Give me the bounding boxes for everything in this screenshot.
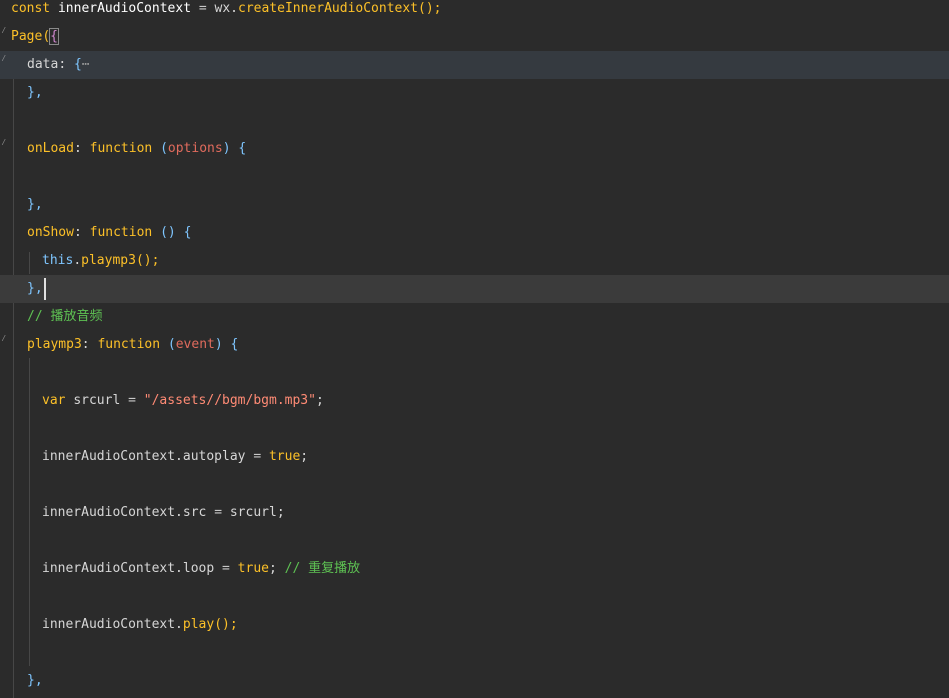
token-comment: // 播放音频	[27, 309, 103, 324]
token-keyword: function	[97, 337, 161, 352]
token-string: "/assets//bgm/bgm.mp3"	[143, 393, 316, 408]
code-line-25[interactable]: },	[0, 667, 949, 695]
token-operator: =	[198, 1, 207, 16]
token-punctuation: (	[160, 141, 168, 156]
code-line-9[interactable]: onShow: function () {	[0, 219, 949, 247]
token-punctuation: (	[167, 337, 176, 352]
code-line-11-current[interactable]: },	[0, 275, 949, 303]
token-function: Page	[11, 29, 43, 44]
token-identifier: srcurl	[73, 393, 121, 408]
token-punctuation: ();	[135, 253, 160, 268]
token-member: innerAudioContext.loop	[42, 561, 215, 576]
token-brace-matched: {	[49, 28, 59, 45]
token-punctuation: },	[27, 673, 43, 688]
code-line-10[interactable]: this.playmp3();	[0, 247, 949, 275]
text-cursor	[43, 277, 46, 300]
token-parameter: event	[175, 337, 215, 352]
code-line-12[interactable]: // 播放音频	[0, 303, 949, 331]
token-function: createInnerAudioContext	[238, 1, 419, 16]
token-brace: {	[73, 57, 82, 72]
token-property: data	[27, 57, 59, 72]
token-operator: =	[128, 393, 136, 408]
token-punctuation: },	[27, 197, 43, 212]
token-punctuation: )	[214, 337, 223, 352]
folded-ellipsis-icon[interactable]: ⋯	[82, 57, 90, 72]
token-operator: =	[253, 449, 262, 464]
code-line-4[interactable]: },	[0, 79, 949, 107]
code-line-23[interactable]: innerAudioContext.play();	[0, 611, 949, 639]
token-punctuation: ();	[214, 617, 238, 632]
code-line-8[interactable]: },	[0, 191, 949, 219]
token-boolean: true	[268, 449, 301, 464]
token-boolean: true	[237, 561, 269, 576]
token-brace: {	[238, 141, 247, 156]
token-keyword: function	[89, 141, 153, 156]
token-member: innerAudioContext.src	[42, 505, 207, 520]
token-member: innerAudioContext.autoplay	[42, 449, 246, 464]
code-line-3[interactable]: ⁄ data: {⋯	[0, 51, 949, 79]
code-line-19[interactable]: innerAudioContext.src = srcurl;	[0, 499, 949, 527]
code-line-21[interactable]: innerAudioContext.loop = true; // 重复播放	[0, 555, 949, 583]
code-line-6[interactable]: ⁄ onLoad: function (options) {	[0, 135, 949, 163]
token-keyword: var	[42, 393, 66, 408]
fold-marker-icon[interactable]: ⁄	[1, 129, 7, 157]
code-editor[interactable]: const innerAudioContext = wx.createInner…	[0, 0, 949, 698]
token-property: onShow	[27, 225, 74, 240]
token-identifier: srcurl	[229, 505, 277, 520]
token-parameter: options	[167, 141, 223, 156]
token-punctuation: ;	[268, 561, 277, 576]
token-punctuation: ;	[315, 393, 324, 408]
token-punctuation: :	[73, 225, 82, 240]
code-line-17[interactable]: innerAudioContext.autoplay = true;	[0, 443, 949, 471]
token-property: playmp3	[27, 337, 82, 352]
code-line-15[interactable]: var srcurl = "/assets//bgm/bgm.mp3";	[0, 387, 949, 415]
token-function: play	[182, 617, 215, 632]
token-punctuation: :	[81, 337, 90, 352]
token-comment: // 重复播放	[284, 561, 361, 576]
fold-marker-icon[interactable]: ⁄	[1, 45, 7, 73]
token-punctuation: },	[27, 85, 43, 100]
token-punctuation: :	[73, 141, 82, 156]
token-punctuation: ();	[418, 1, 442, 16]
token-this: this	[42, 253, 74, 268]
token-punctuation: ()	[160, 225, 176, 240]
token-brace: {	[230, 337, 239, 352]
token-punctuation: },	[27, 281, 43, 296]
fold-marker-icon[interactable]: ⁄	[1, 325, 7, 353]
token-punctuation: )	[222, 141, 231, 156]
token-keyword: function	[89, 225, 153, 240]
token-object: innerAudioContext.	[42, 617, 183, 632]
code-line-1[interactable]: const innerAudioContext = wx.createInner…	[0, 0, 949, 23]
token-punctuation: (	[42, 29, 51, 44]
fold-marker-icon[interactable]: ⁄	[1, 17, 7, 45]
token-punctuation: .	[73, 253, 82, 268]
token-function: playmp3	[81, 253, 136, 268]
token-keyword: const	[11, 1, 51, 16]
token-identifier: innerAudioContext	[57, 1, 192, 16]
token-operator: =	[214, 505, 223, 520]
token-object: wx.	[214, 1, 238, 16]
code-line-2[interactable]: ⁄ Page({	[0, 23, 949, 51]
token-brace: {	[183, 225, 192, 240]
code-line-13[interactable]: ⁄ playmp3: function (event) {	[0, 331, 949, 359]
token-property: onLoad	[27, 141, 74, 156]
token-punctuation: :	[58, 57, 67, 72]
token-operator: =	[222, 561, 230, 576]
token-punctuation: ;	[276, 505, 285, 520]
token-punctuation: ;	[300, 449, 309, 464]
